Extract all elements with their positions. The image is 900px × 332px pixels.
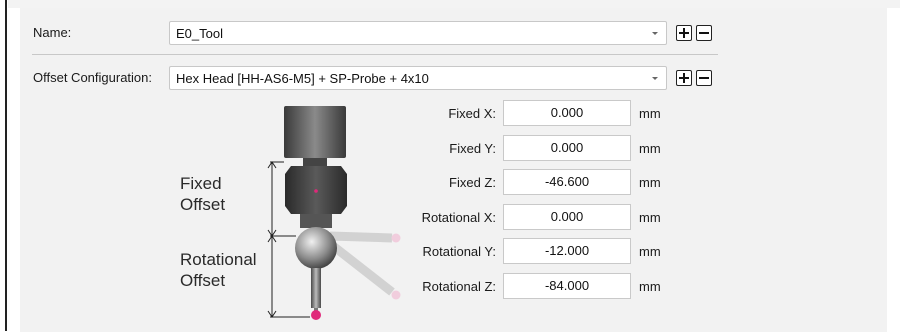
remove-name-button[interactable] xyxy=(696,25,712,41)
rotational-x-label: Rotational X: xyxy=(421,210,496,225)
offset-config-dropdown-value: Hex Head [HH-AS6-M5] + SP-Probe + 4x10 xyxy=(176,71,429,86)
fixed-offset-caption-line2: Offset xyxy=(180,195,226,214)
rotational-offset-caption: Rotational Offset xyxy=(180,249,257,291)
rotational-y-label-wrap: Rotational Y: xyxy=(380,241,496,263)
rotational-x-unit: mm xyxy=(639,210,661,225)
divider xyxy=(32,54,718,55)
add-name-button[interactable] xyxy=(676,25,692,41)
rotational-offset-caption-line2: Offset xyxy=(180,271,226,290)
chevron-down-icon xyxy=(652,77,658,80)
rotational-z-input[interactable]: -84.000 xyxy=(503,273,631,299)
rotational-x-label-wrap: Rotational X: xyxy=(380,207,496,229)
fixed-offset-caption-line1: Fixed xyxy=(180,174,222,193)
offset-config-dropdown[interactable]: Hex Head [HH-AS6-M5] + SP-Probe + 4x10 xyxy=(169,66,667,90)
rotational-y-input[interactable]: -12.000 xyxy=(503,238,631,264)
fixed-z-unit: mm xyxy=(639,175,661,190)
fixed-x-input[interactable]: 0.000 xyxy=(503,100,631,126)
fixed-y-label: Fixed Y: xyxy=(449,141,496,156)
probe-head-shape xyxy=(284,106,346,158)
add-offset-config-button[interactable] xyxy=(676,70,692,86)
name-label: Name: xyxy=(33,25,72,40)
window-left-border xyxy=(0,0,8,331)
fixed-z-label: Fixed Z: xyxy=(449,175,496,190)
tool-settings-panel: Name: E0_Tool Offset Configuration: Hex … xyxy=(20,8,887,332)
rotational-offset-caption-line1: Rotational xyxy=(180,250,257,269)
name-dropdown[interactable]: E0_Tool xyxy=(169,21,667,45)
fixed-x-unit: mm xyxy=(639,106,661,121)
rotational-z-label-wrap: Rotational Z: xyxy=(380,276,496,298)
top-strip xyxy=(8,0,900,8)
rotational-y-unit: mm xyxy=(639,244,661,259)
fixed-x-label: Fixed X: xyxy=(448,106,496,121)
name-dropdown-value: E0_Tool xyxy=(176,26,223,41)
rotational-z-label: Rotational Z: xyxy=(422,279,496,294)
chevron-down-icon xyxy=(652,32,658,35)
offset-config-label: Offset Configuration: xyxy=(33,70,152,85)
fixed-z-label-wrap: Fixed Z: xyxy=(380,172,496,194)
fixed-x-label-wrap: Fixed X: xyxy=(380,103,496,125)
fixed-y-input[interactable]: 0.000 xyxy=(503,135,631,161)
fixed-z-input[interactable]: -46.600 xyxy=(503,169,631,195)
fixed-y-label-wrap: Fixed Y: xyxy=(380,138,496,160)
fixed-y-unit: mm xyxy=(639,141,661,156)
rotational-z-unit: mm xyxy=(639,279,661,294)
rotational-x-input[interactable]: 0.000 xyxy=(503,204,631,230)
rotational-y-label: Rotational Y: xyxy=(422,244,496,259)
fixed-offset-caption: Fixed Offset xyxy=(180,173,225,215)
remove-offset-config-button[interactable] xyxy=(696,70,712,86)
